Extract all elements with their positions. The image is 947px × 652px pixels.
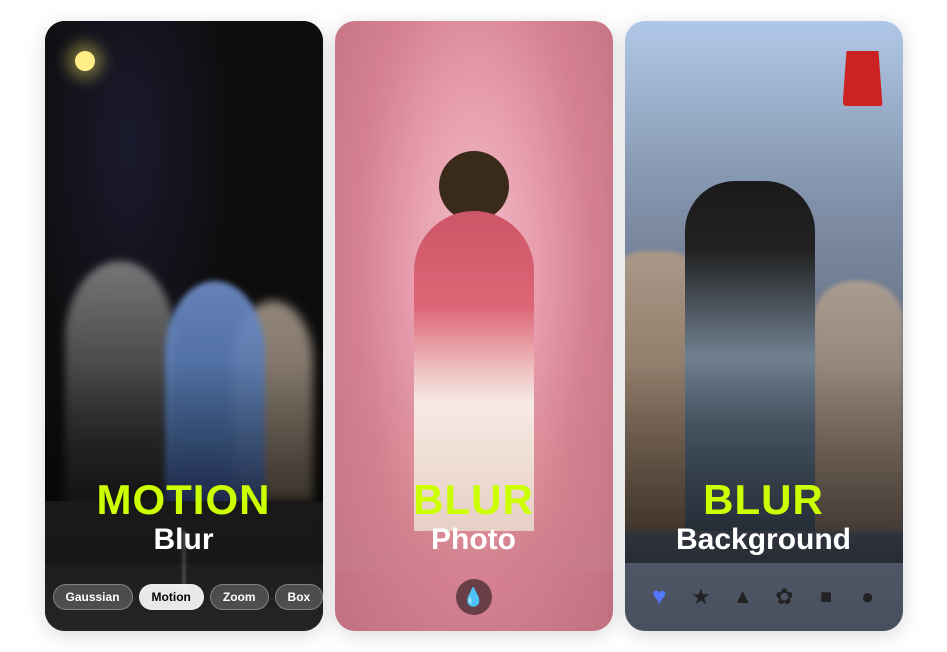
cards-container: MOTION Blur Gaussian Motion Zoom Box BLU…: [25, 1, 923, 651]
card-title-white: Photo: [335, 523, 613, 556]
card-text-overlay: BLUR Photo: [335, 477, 613, 556]
gaussian-pill[interactable]: Gaussian: [53, 584, 133, 610]
flower-shape-icon[interactable]: ✿: [768, 580, 802, 614]
card-title-white: Blur: [45, 523, 323, 556]
square-shape-icon[interactable]: ■: [809, 580, 843, 614]
star-shape-icon[interactable]: ★: [684, 580, 718, 614]
card-text-overlay: MOTION Blur: [45, 477, 323, 556]
card-title-green: BLUR: [625, 477, 903, 523]
light-element: [75, 51, 95, 71]
zoom-pill[interactable]: Zoom: [210, 584, 269, 610]
water-drop-control: 💧: [335, 563, 613, 631]
heart-shape-icon[interactable]: ♥: [643, 580, 677, 614]
shape-controls: ♥ ★ ▲ ✿ ■ ●: [625, 563, 903, 631]
card-title-white: Background: [625, 523, 903, 556]
card-motion-blur[interactable]: MOTION Blur Gaussian Motion Zoom Box: [45, 21, 323, 631]
card-blur-background[interactable]: BLUR Background ♥ ★ ▲ ✿ ■ ●: [625, 21, 903, 631]
blur-type-controls: Gaussian Motion Zoom Box: [45, 563, 323, 631]
motion-pill[interactable]: Motion: [139, 584, 204, 610]
card-title-green: MOTION: [45, 477, 323, 523]
box-pill[interactable]: Box: [275, 584, 323, 610]
circle-shape-icon[interactable]: ●: [851, 580, 885, 614]
drop-icon[interactable]: 💧: [456, 579, 492, 615]
triangle-shape-icon[interactable]: ▲: [726, 580, 760, 614]
card-blur-photo[interactable]: BLUR Photo 💧: [335, 21, 613, 631]
card-title-green: BLUR: [335, 477, 613, 523]
cup-element: [843, 51, 883, 106]
card-text-overlay: BLUR Background: [625, 477, 903, 556]
